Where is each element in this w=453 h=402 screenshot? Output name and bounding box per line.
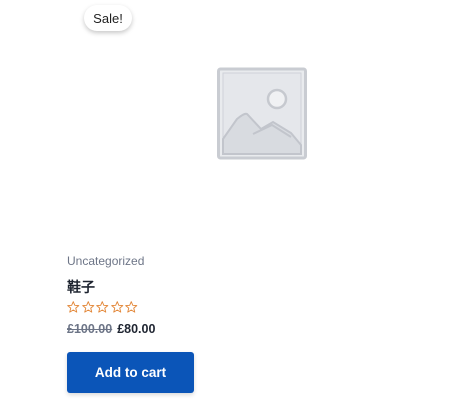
star-outline-icon	[125, 301, 138, 313]
star-outline-icon	[67, 301, 80, 313]
price: £100.00 £80.00	[67, 322, 155, 336]
price-sale: £80.00	[117, 322, 156, 336]
product-image-link[interactable]	[66, 0, 307, 232]
product-card: Sale! Uncategorized 鞋子 £100.00 £80.00 Ad…	[0, 0, 453, 402]
sale-badge: Sale!	[84, 5, 132, 31]
star-outline-icon	[96, 301, 109, 313]
product-category: Uncategorized	[67, 254, 145, 268]
add-to-cart-button[interactable]: Add to cart	[67, 352, 194, 393]
star-rating	[66, 300, 139, 314]
star-outline-icon	[110, 301, 123, 313]
star-outline-icon	[81, 301, 94, 313]
price-original: £100.00	[67, 322, 113, 336]
product-title-link[interactable]: 鞋子	[67, 277, 95, 297]
image-placeholder-icon	[217, 67, 307, 160]
